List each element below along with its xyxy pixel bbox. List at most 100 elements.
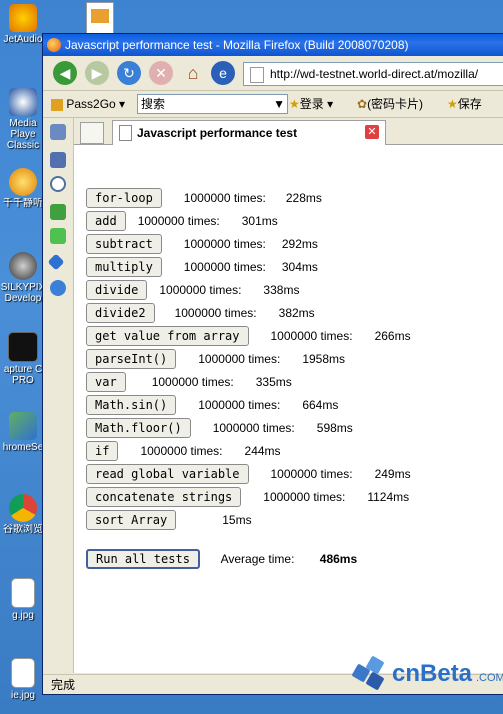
test-button[interactable]: divide2 bbox=[86, 303, 155, 323]
forward-button[interactable]: ▶ bbox=[85, 61, 109, 85]
test-result-ms: 1124ms bbox=[367, 490, 410, 504]
test-row: subtract 1000000 times: 292ms bbox=[86, 234, 318, 254]
test-result-ms: 338ms bbox=[263, 283, 300, 297]
test-result-ms: 228ms bbox=[285, 191, 322, 205]
test-row: concatenate strings 1000000 times: 1124ms bbox=[86, 487, 409, 507]
test-row: sort Array 15ms bbox=[86, 510, 252, 530]
test-result-ms: 1958ms bbox=[302, 352, 346, 366]
ttplayer-icon bbox=[9, 168, 37, 196]
ie-tab-icon[interactable]: e bbox=[211, 61, 235, 85]
test-row: for-loop 1000000 times: 228ms bbox=[86, 188, 322, 208]
desktop-icon-label: apture C PRO bbox=[3, 364, 43, 386]
test-iterations: 1000000 times: bbox=[212, 421, 295, 435]
window-title: Javascript performance test - Mozilla Fi… bbox=[65, 38, 409, 52]
test-iterations: 1000000 times: bbox=[183, 260, 266, 274]
chevron-down-icon[interactable]: ▼ bbox=[273, 95, 285, 113]
test-iterations: 1000000 times: bbox=[270, 329, 353, 343]
desktop-icon-media-player[interactable]: Media Playe Classic bbox=[0, 88, 46, 151]
desktop-icon-g-jpg[interactable]: g.jpg bbox=[0, 578, 46, 621]
test-button[interactable]: parseInt() bbox=[86, 349, 177, 369]
test-result-ms: 266ms bbox=[374, 329, 411, 343]
save-button[interactable]: ★保存 bbox=[447, 94, 482, 114]
test-iterations: 1000000 times: bbox=[183, 191, 266, 205]
desktop-icon-jetaudio[interactable]: JetAudio bbox=[0, 4, 46, 45]
test-result-ms: 249ms bbox=[374, 467, 411, 481]
average-time-label: Average time: bbox=[220, 552, 295, 566]
tab-javascript-performance-test[interactable]: Javascript performance test ✕ bbox=[112, 120, 386, 145]
test-button[interactable]: get value from array bbox=[86, 326, 249, 346]
jetaudio-icon bbox=[9, 4, 37, 32]
test-button[interactable]: multiply bbox=[86, 257, 162, 277]
desktop-icon-chrome-setup[interactable]: hromeSe bbox=[0, 412, 46, 453]
desktop-icon-ie-jpg[interactable]: ie.jpg bbox=[0, 658, 46, 701]
new-tab-button[interactable] bbox=[80, 122, 104, 144]
run-all-tests-button[interactable]: Run all tests bbox=[86, 549, 200, 569]
test-row: divide 1000000 times: 338ms bbox=[86, 280, 299, 300]
test-row: Math.sin() 1000000 times: 664ms bbox=[86, 395, 338, 415]
bookmarks-icon[interactable] bbox=[50, 124, 66, 140]
test-iterations: 1000000 times: bbox=[137, 214, 220, 228]
test-result-ms: 335ms bbox=[255, 375, 292, 389]
tab-strip: Javascript performance test ✕ bbox=[74, 118, 503, 145]
test-iterations: 1000000 times: bbox=[198, 352, 281, 366]
desktop-icon-label: hromeSe bbox=[2, 442, 44, 453]
search-input[interactable]: 搜索 ▼ bbox=[137, 94, 288, 114]
media-player-icon bbox=[9, 88, 37, 116]
test-row: var 1000000 times: 335ms bbox=[86, 372, 292, 392]
gear-icon: ✿ bbox=[357, 97, 368, 111]
desktop-icon-silkypix[interactable]: SILKYPIX Develop bbox=[0, 252, 46, 304]
test-button[interactable]: if bbox=[86, 441, 119, 461]
reload-button[interactable]: ↻ bbox=[117, 61, 141, 85]
url-bar[interactable]: http://wd-testnet.world-direct.at/mozill… bbox=[243, 62, 503, 86]
desktop-icon-label: 千千静听 bbox=[3, 198, 43, 209]
test-button[interactable]: concatenate strings bbox=[86, 487, 242, 507]
firefox-icon bbox=[47, 38, 61, 52]
test-button[interactable]: divide bbox=[86, 280, 148, 300]
pass2go-button[interactable]: Pass2Go ▾ bbox=[51, 94, 125, 114]
back-button[interactable]: ◀ bbox=[53, 61, 77, 85]
test-iterations: 1000000 times: bbox=[270, 467, 353, 481]
capture-one-icon bbox=[8, 332, 38, 362]
desktop-icon-label: ie.jpg bbox=[11, 690, 35, 701]
test-result-ms: 301ms bbox=[241, 214, 278, 228]
login-button[interactable]: ★登录 ▾ bbox=[289, 94, 333, 114]
pass2go-icon bbox=[51, 98, 63, 111]
file-icon[interactable] bbox=[86, 2, 114, 34]
test-button[interactable]: sort Array bbox=[86, 510, 177, 530]
addons-icon[interactable] bbox=[50, 228, 66, 244]
download-icon[interactable] bbox=[50, 204, 66, 220]
test-button[interactable]: subtract bbox=[86, 234, 162, 254]
desktop-icon-label: JetAudio bbox=[3, 34, 43, 45]
test-button[interactable]: Math.floor() bbox=[86, 418, 191, 438]
password-card-button[interactable]: ✿(密码卡片) bbox=[357, 94, 423, 114]
test-row: divide2 1000000 times: 382ms bbox=[86, 303, 315, 323]
star-icon: ★ bbox=[447, 97, 458, 111]
info-icon[interactable] bbox=[50, 280, 66, 296]
star-icon[interactable] bbox=[50, 152, 66, 168]
desktop-icon-capture-one[interactable]: apture C PRO bbox=[0, 332, 46, 386]
test-result-ms: 598ms bbox=[316, 421, 353, 435]
home-button[interactable]: ⌂ bbox=[181, 61, 205, 85]
test-button[interactable]: var bbox=[86, 372, 126, 392]
stop-button[interactable]: ✕ bbox=[149, 61, 173, 85]
summary-row: Run all tests Average time: 486ms bbox=[86, 549, 357, 569]
desktop-icon-ttplayer[interactable]: 千千静听 bbox=[0, 168, 46, 209]
url-text: http://wd-testnet.world-direct.at/mozill… bbox=[270, 67, 479, 81]
test-button[interactable]: Math.sin() bbox=[86, 395, 177, 415]
test-row: parseInt() 1000000 times: 1958ms bbox=[86, 349, 345, 369]
test-button[interactable]: add bbox=[86, 211, 126, 231]
test-result-ms: 304ms bbox=[281, 260, 318, 274]
test-result-ms: 382ms bbox=[278, 306, 315, 320]
cnbeta-watermark: cnBeta .COM bbox=[351, 654, 503, 692]
diamond-icon[interactable] bbox=[47, 253, 65, 271]
login-label: 登录 bbox=[299, 97, 324, 111]
test-row: multiply 1000000 times: 304ms bbox=[86, 257, 318, 277]
desktop-icon-chrome[interactable]: 谷歌浏览 bbox=[0, 494, 46, 535]
close-icon[interactable]: ✕ bbox=[365, 125, 379, 139]
title-bar[interactable]: Javascript performance test - Mozilla Fi… bbox=[43, 34, 503, 56]
test-row: Math.floor() 1000000 times: 598ms bbox=[86, 418, 353, 438]
chrome-icon bbox=[9, 494, 37, 522]
test-button[interactable]: read global variable bbox=[86, 464, 249, 484]
history-icon[interactable] bbox=[50, 176, 66, 192]
test-button[interactable]: for-loop bbox=[86, 188, 162, 208]
